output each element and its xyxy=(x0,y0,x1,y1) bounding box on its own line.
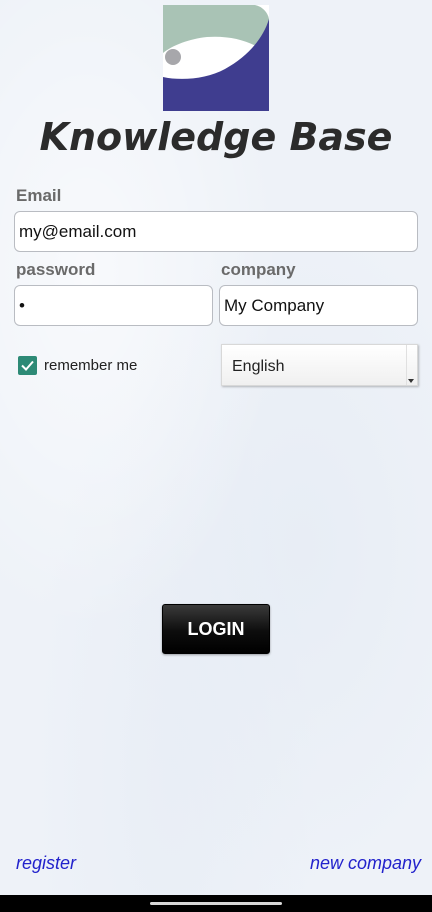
company-label: company xyxy=(221,260,296,279)
logo-gray-dot xyxy=(165,49,181,65)
login-button[interactable]: LOGIN xyxy=(162,604,270,654)
checkmark-icon xyxy=(21,360,34,371)
company-field[interactable] xyxy=(219,285,418,326)
remember-me-label[interactable]: remember me xyxy=(44,356,137,375)
register-link[interactable]: register xyxy=(16,852,76,874)
password-label: password xyxy=(16,260,96,279)
chevron-down-icon xyxy=(408,379,414,383)
email-label: Email xyxy=(16,186,62,205)
language-select[interactable]: English xyxy=(221,344,418,386)
new-company-link[interactable]: new company xyxy=(310,852,421,874)
knowledge-base-logo xyxy=(163,5,269,111)
select-divider xyxy=(406,345,407,385)
home-handle[interactable] xyxy=(150,902,282,905)
password-field[interactable] xyxy=(14,285,213,326)
remember-me-checkbox[interactable] xyxy=(18,356,37,375)
system-navigation-bar xyxy=(0,895,432,912)
email-field[interactable] xyxy=(14,211,418,252)
app-title: Knowledge Base xyxy=(39,115,393,159)
language-select-value: English xyxy=(232,358,285,375)
